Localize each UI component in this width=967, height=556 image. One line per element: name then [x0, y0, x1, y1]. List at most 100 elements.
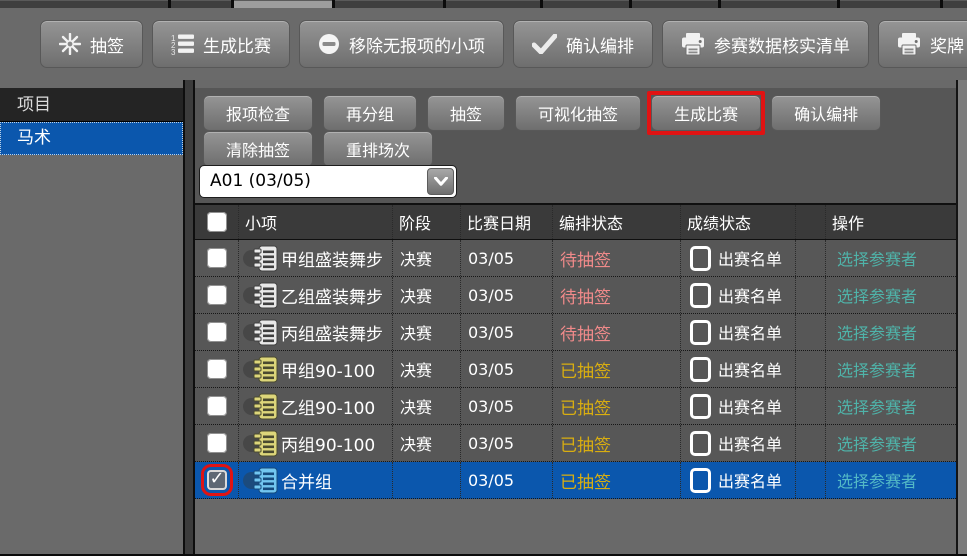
events-table: 小项 阶段 比赛日期 编排状态 成绩状态 操作 甲组盛装舞步决赛03/05待抽签…	[195, 203, 956, 499]
toolbar-button-confirm-arrangement[interactable]: 确认编排	[513, 20, 653, 68]
table-row[interactable]: 甲组盛装舞步决赛03/05待抽签出赛名单选择参赛者	[195, 240, 956, 277]
score-cell: 出赛名单	[681, 425, 796, 461]
header-operation: 操作	[826, 205, 956, 239]
notepad-icon	[253, 245, 278, 272]
table-row[interactable]: 甲组90-100决赛03/05已抽签出赛名单选择参赛者	[195, 351, 956, 388]
table-row[interactable]: 乙组盛装舞步决赛03/05待抽签出赛名单选择参赛者	[195, 277, 956, 314]
start-list-label[interactable]: 出赛名单	[718, 357, 782, 381]
stage-cell: 决赛	[393, 388, 461, 424]
toolbar-button-generate-match[interactable]: 123生成比赛	[152, 20, 290, 68]
score-cell: 出赛名单	[681, 462, 796, 498]
notepad-icon	[253, 282, 278, 309]
toolbar-button-medals[interactable]: 奖牌	[878, 20, 967, 68]
panel-divider	[183, 80, 195, 556]
notepad-icon	[253, 430, 278, 457]
action-button-clear-draw[interactable]: 清除抽签	[203, 131, 313, 167]
table-body: 甲组盛装舞步决赛03/05待抽签出赛名单选择参赛者乙组盛装舞步决赛03/05待抽…	[195, 240, 956, 499]
content-area: 项目 马术 报项检查再分组抽签可视化抽签生成比赛确认编排 清除抽签重排场次 A0…	[0, 80, 967, 556]
action-button-regroup[interactable]: 再分组	[323, 95, 417, 131]
date-cell: 03/05	[461, 314, 553, 350]
select-participants-link[interactable]: 选择参赛者	[837, 246, 917, 270]
table-row[interactable]: 丙组盛装舞步决赛03/05待抽签出赛名单选择参赛者	[195, 314, 956, 351]
start-list-label[interactable]: 出赛名单	[718, 246, 782, 270]
action-button-confirm-arrangement[interactable]: 确认编排	[771, 95, 881, 131]
stage-cell	[393, 462, 461, 498]
row-checkbox[interactable]	[207, 359, 227, 379]
action-button-entry-check[interactable]: 报项检查	[203, 95, 313, 131]
select-all-checkbox[interactable]	[207, 212, 227, 232]
svg-text:3: 3	[171, 48, 176, 55]
stage-cell: 决赛	[393, 351, 461, 387]
top-tab-stub[interactable]	[543, 0, 629, 8]
top-tab-stub[interactable]	[721, 0, 837, 8]
spacer-cell	[796, 351, 826, 387]
top-tab-stub[interactable]	[943, 0, 967, 8]
notepad-icon	[253, 319, 278, 346]
action-button-visual-draw[interactable]: 可视化抽签	[515, 95, 641, 131]
table-row[interactable]: 丙组90-100决赛03/05已抽签出赛名单选择参赛者	[195, 425, 956, 462]
printer-icon	[681, 33, 705, 56]
row-checkbox[interactable]	[207, 470, 227, 490]
stage-cell: 决赛	[393, 314, 461, 350]
top-tab-stub[interactable]	[335, 0, 443, 8]
spacer-cell	[796, 240, 826, 276]
score-cell: 出赛名单	[681, 314, 796, 350]
select-participants-link[interactable]: 选择参赛者	[837, 394, 917, 418]
action-cell: 选择参赛者	[826, 240, 956, 276]
row-checkbox[interactable]	[207, 433, 227, 453]
row-select-cell	[195, 277, 239, 313]
toolbar: 抽签 123生成比赛移除无报项的小项 确认编排 参赛数据核实清单奖牌	[0, 8, 967, 80]
toolbar-button-data-verify-list[interactable]: 参赛数据核实清单	[662, 20, 869, 68]
select-all-cell	[195, 205, 239, 239]
toolbar-button-remove-empty-items[interactable]: 移除无报项的小项	[299, 20, 504, 68]
start-list-label[interactable]: 出赛名单	[718, 394, 782, 418]
select-participants-link[interactable]: 选择参赛者	[837, 283, 917, 307]
select-participants-link[interactable]: 选择参赛者	[837, 320, 917, 344]
start-list-label[interactable]: 出赛名单	[718, 431, 782, 455]
header-arrange-status: 编排状态	[553, 205, 681, 239]
session-dropdown[interactable]: A01 (03/05)	[199, 165, 457, 198]
toolbar-button-label: 抽签	[90, 32, 124, 57]
checkbox-outline-icon	[690, 320, 711, 345]
row-select-cell	[195, 240, 239, 276]
row-checkbox[interactable]	[207, 322, 227, 342]
top-tab-stub[interactable]	[840, 0, 940, 8]
top-tab-stub[interactable]	[632, 0, 718, 8]
select-participants-link[interactable]: 选择参赛者	[837, 357, 917, 381]
top-tab-stub[interactable]	[171, 0, 231, 8]
spacer-cell	[796, 462, 826, 498]
row-select-cell	[195, 351, 239, 387]
action-cell: 选择参赛者	[826, 277, 956, 313]
action-cell: 选择参赛者	[826, 388, 956, 424]
date-cell: 03/05	[461, 462, 553, 498]
action-button-draw[interactable]: 抽签	[427, 95, 505, 131]
row-checkbox[interactable]	[207, 396, 227, 416]
sidebar-item-equestrian[interactable]: 马术	[0, 122, 183, 155]
start-list-label[interactable]: 出赛名单	[718, 468, 782, 492]
table-row[interactable]: 合并组03/05已抽签出赛名单选择参赛者	[195, 462, 956, 499]
top-tab-stub[interactable]	[0, 0, 168, 8]
action-button-reorder-sessions[interactable]: 重排场次	[323, 131, 433, 167]
item-name: 丙组盛装舞步	[281, 320, 383, 345]
top-tab-stub-active[interactable]	[234, 0, 332, 8]
table-row[interactable]: 乙组90-100决赛03/05已抽签出赛名单选择参赛者	[195, 388, 956, 425]
toolbar-button-draw[interactable]: 抽签	[40, 20, 143, 68]
start-list-label[interactable]: 出赛名单	[718, 283, 782, 307]
spacer-cell	[796, 388, 826, 424]
row-checkbox[interactable]	[207, 248, 227, 268]
sidebar: 项目 马术	[0, 80, 183, 554]
select-participants-link[interactable]: 选择参赛者	[837, 468, 917, 492]
notepad-icon	[253, 467, 278, 494]
header-stage: 阶段	[393, 205, 461, 239]
toolbar-button-label: 确认编排	[566, 32, 634, 57]
row-checkbox[interactable]	[207, 285, 227, 305]
item-cell: 丙组盛装舞步	[239, 314, 393, 350]
chevron-down-icon[interactable]	[427, 168, 454, 195]
item-cell: 甲组盛装舞步	[239, 240, 393, 276]
row-select-cell	[195, 314, 239, 350]
select-participants-link[interactable]: 选择参赛者	[837, 431, 917, 455]
arrange-status: 待抽签	[553, 240, 681, 276]
start-list-label[interactable]: 出赛名单	[718, 320, 782, 344]
top-tab-stub[interactable]	[446, 0, 540, 8]
action-button-generate-match[interactable]: 生成比赛	[651, 95, 761, 131]
